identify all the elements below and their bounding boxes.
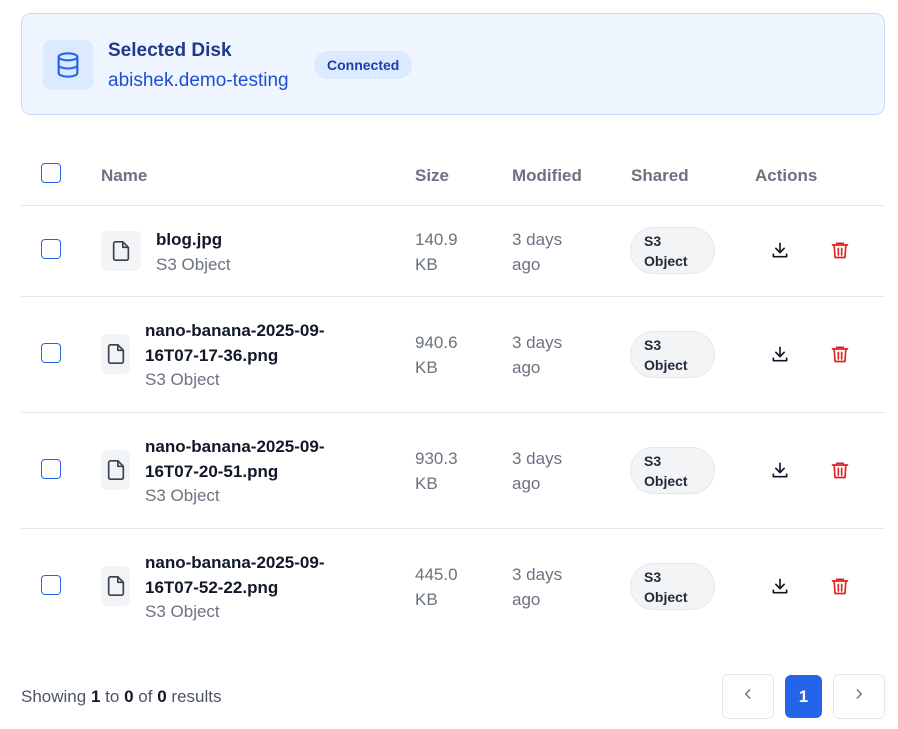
file-modified: 3 days ago bbox=[512, 565, 563, 609]
file-icon bbox=[101, 231, 141, 271]
file-name[interactable]: nano-banana-2025-09- 16T07-20-51.png bbox=[145, 434, 325, 484]
file-icon bbox=[101, 566, 130, 606]
status-badge: Connected bbox=[314, 51, 413, 79]
previous-page-button[interactable] bbox=[722, 674, 774, 719]
row-checkbox[interactable] bbox=[41, 239, 61, 259]
column-header-modified[interactable]: Modified bbox=[512, 166, 582, 186]
file-type: S3 Object bbox=[156, 255, 231, 274]
file-type: S3 Object bbox=[145, 602, 220, 621]
disk-name: abishek.demo-testing bbox=[108, 70, 289, 91]
trash-icon[interactable] bbox=[826, 572, 854, 600]
chevron-right-icon bbox=[852, 687, 866, 706]
selected-disk-card: Selected Disk abishek.demo-testing Conne… bbox=[21, 13, 885, 115]
column-header-size[interactable]: Size bbox=[415, 166, 449, 186]
file-size: 940.6 KB bbox=[415, 333, 458, 377]
file-type: S3 Object bbox=[145, 370, 220, 389]
results-summary: Showing 1 to 0 of 0 results bbox=[21, 687, 222, 706]
file-size: 930.3 KB bbox=[415, 449, 458, 493]
download-icon[interactable] bbox=[766, 572, 794, 600]
select-all-checkbox[interactable] bbox=[41, 163, 61, 183]
chevron-left-icon bbox=[741, 687, 755, 706]
file-modified: 3 days ago bbox=[512, 333, 563, 377]
file-name[interactable]: nano-banana-2025-09- 16T07-52-22.png bbox=[145, 550, 325, 600]
file-name[interactable]: blog.jpg bbox=[156, 227, 222, 252]
column-header-actions: Actions bbox=[755, 166, 818, 185]
shared-badge: S3 Object bbox=[630, 227, 715, 274]
table-row: blog.jpg S3 Object 140.9 KB 3 days ago S3 O… bbox=[0, 206, 898, 296]
file-size: 445.0 KB bbox=[415, 565, 458, 609]
file-icon bbox=[101, 450, 130, 490]
file-type: S3 Object bbox=[145, 486, 220, 505]
shared-badge: S3 Object bbox=[630, 331, 715, 378]
database-icon bbox=[43, 40, 93, 90]
trash-icon[interactable] bbox=[826, 456, 854, 484]
download-icon[interactable] bbox=[766, 456, 794, 484]
next-page-button[interactable] bbox=[833, 674, 885, 719]
file-icon bbox=[101, 334, 130, 374]
download-icon[interactable] bbox=[766, 236, 794, 264]
shared-badge: S3 Object bbox=[630, 447, 715, 494]
column-header-shared: Shared bbox=[631, 166, 689, 185]
row-checkbox[interactable] bbox=[41, 575, 61, 595]
file-modified: 3 days ago bbox=[512, 230, 563, 274]
page-button-current[interactable]: 1 bbox=[785, 675, 822, 718]
disk-title: Selected Disk bbox=[108, 40, 232, 61]
file-size: 140.9 KB bbox=[415, 230, 458, 274]
table-row: nano-banana-2025-09- 16T07-17-36.png S3 O… bbox=[0, 297, 898, 412]
trash-icon[interactable] bbox=[826, 236, 854, 264]
file-modified: 3 days ago bbox=[512, 449, 563, 493]
file-name[interactable]: nano-banana-2025-09- 16T07-17-36.png bbox=[145, 318, 325, 368]
trash-icon[interactable] bbox=[826, 340, 854, 368]
table-row: nano-banana-2025-09- 16T07-52-22.png S3 O… bbox=[0, 529, 898, 644]
download-icon[interactable] bbox=[766, 340, 794, 368]
row-checkbox[interactable] bbox=[41, 459, 61, 479]
row-checkbox[interactable] bbox=[41, 343, 61, 363]
table-row: nano-banana-2025-09- 16T07-20-51.png S3 O… bbox=[0, 413, 898, 528]
column-header-name[interactable]: Name bbox=[101, 166, 147, 186]
shared-badge: S3 Object bbox=[630, 563, 715, 610]
